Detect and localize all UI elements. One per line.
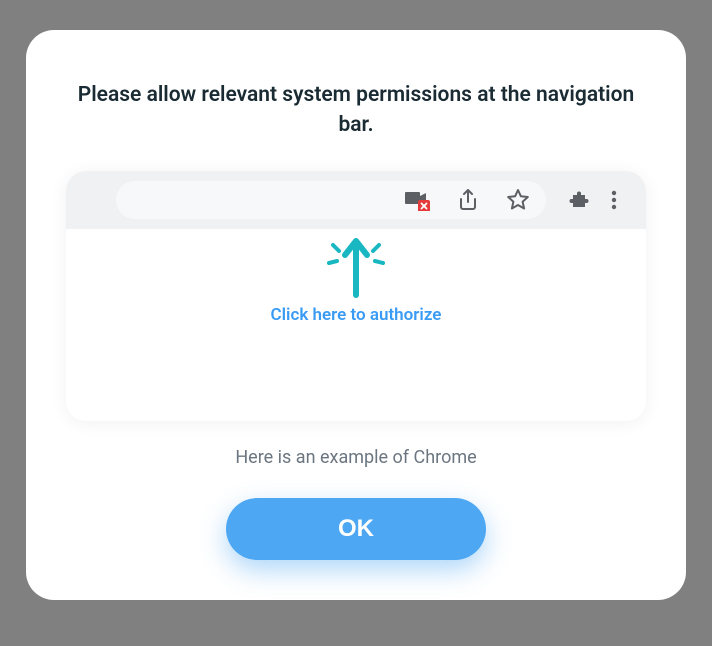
more-vertical-icon xyxy=(602,188,626,212)
authorize-hint: Click here to authorize xyxy=(246,233,466,325)
modal-title: Please allow relevant system permissions… xyxy=(76,80,636,141)
camera-blocked-icon xyxy=(404,189,430,211)
share-icon xyxy=(456,188,480,212)
puzzle-icon xyxy=(568,188,592,212)
example-caption: Here is an example of Chrome xyxy=(235,447,476,468)
star-icon xyxy=(506,188,530,212)
authorize-hint-text: Click here to authorize xyxy=(271,305,442,325)
ok-button[interactable]: OK xyxy=(226,498,486,560)
browser-toolbar xyxy=(66,171,646,229)
arrow-up-icon xyxy=(321,233,391,299)
address-bar-right xyxy=(116,181,546,219)
permission-modal: Please allow relevant system permissions… xyxy=(26,30,686,600)
browser-example-card: Click here to authorize xyxy=(66,171,646,421)
